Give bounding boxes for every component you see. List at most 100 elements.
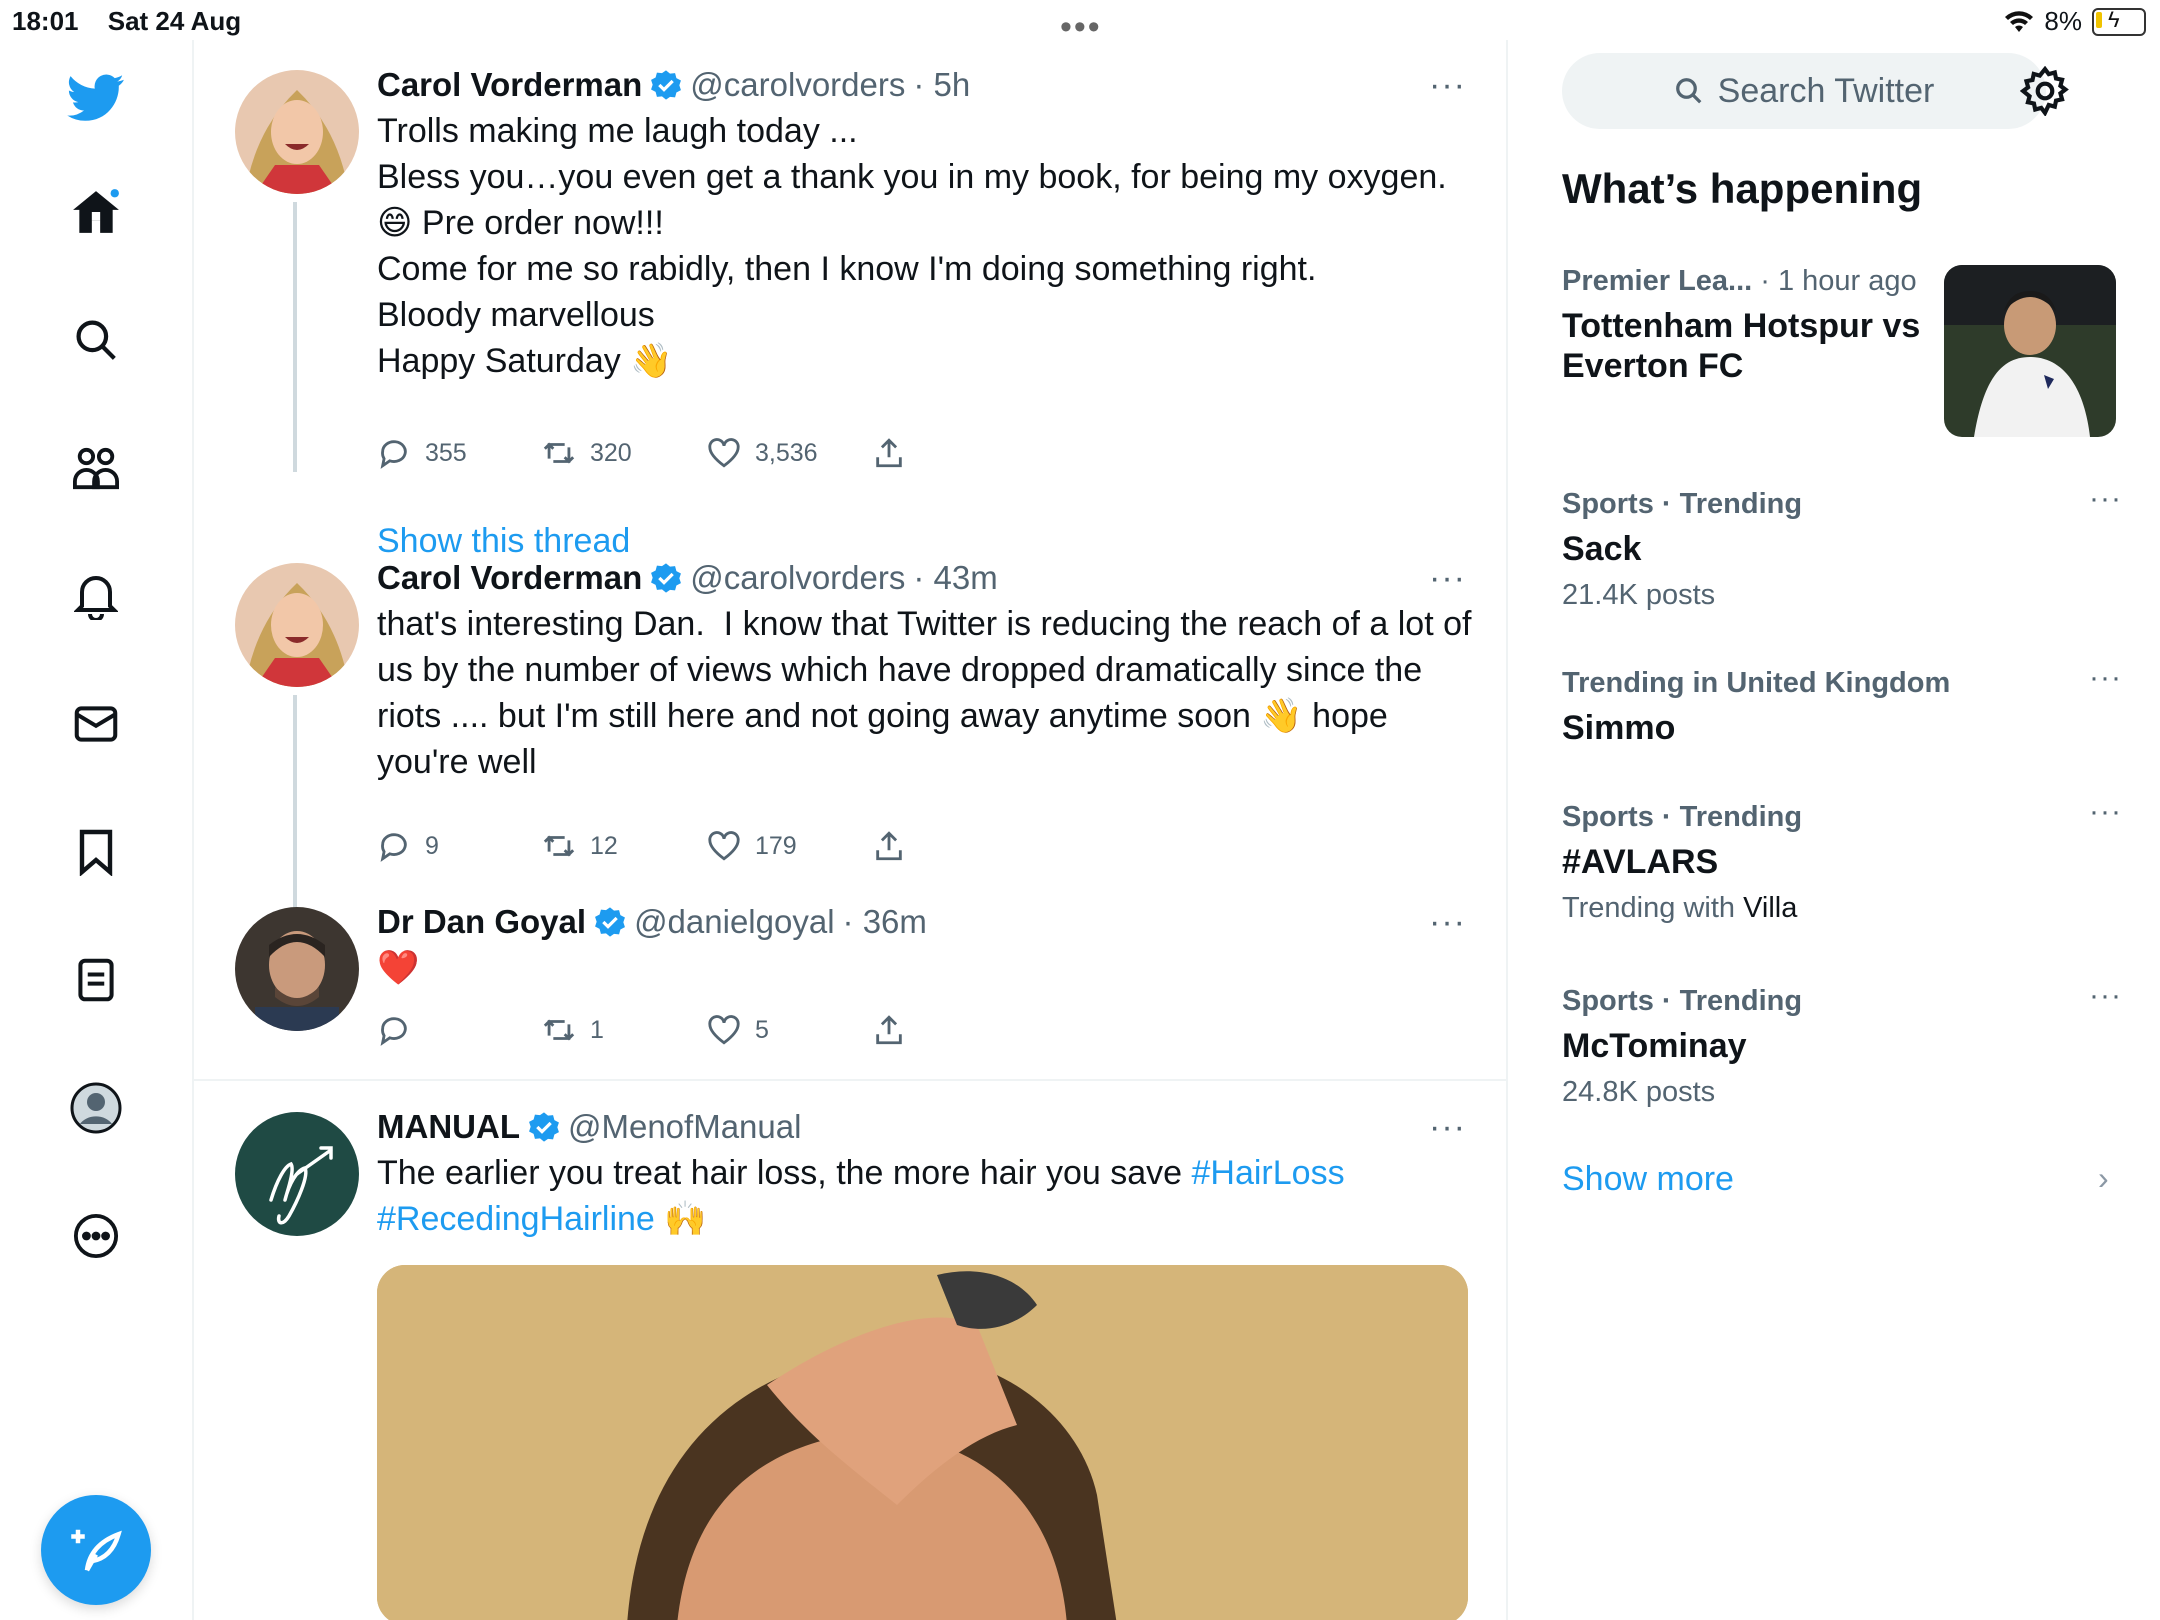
heart-icon xyxy=(708,1015,740,1045)
trend-name: Tottenham Hotspur vs Everton FC xyxy=(1562,307,1921,385)
share-button[interactable] xyxy=(872,829,1037,863)
trend-meta: Premier Lea... · 1 hour ago xyxy=(1562,265,1942,298)
tweet-emoji: 🙌 xyxy=(654,1200,707,1238)
share-icon xyxy=(876,1015,902,1045)
notifications-bell-icon[interactable] xyxy=(66,566,126,626)
search-twitter-field[interactable]: Search Twitter xyxy=(1562,53,2046,129)
author-handle[interactable]: @danielgoyal xyxy=(634,903,834,941)
thread-line xyxy=(293,202,297,472)
hashtag-link[interactable]: #HairLoss xyxy=(1192,1154,1345,1192)
tweet-more-icon[interactable]: ··· xyxy=(1429,66,1466,105)
trend-item[interactable]: Trending in United Kingdom Simmo ··· xyxy=(1562,661,2122,748)
avatar[interactable] xyxy=(235,1112,359,1236)
trend-more-icon[interactable]: ··· xyxy=(2089,979,2122,1013)
tweet-text-plain: The earlier you treat hair loss, the mor… xyxy=(377,1154,1192,1192)
like-button[interactable]: 179 xyxy=(707,829,872,863)
like-button[interactable]: 5 xyxy=(707,1013,872,1047)
twitter-logo-icon[interactable] xyxy=(66,68,126,128)
retweet-count: 12 xyxy=(590,831,618,860)
trend-more-icon[interactable]: ··· xyxy=(2089,795,2122,829)
status-time: 18:01 xyxy=(12,6,79,36)
author-handle[interactable]: @carolvorders xyxy=(690,559,905,597)
tweet-more-icon[interactable]: ··· xyxy=(1429,559,1466,598)
retweet-button[interactable]: 1 xyxy=(542,1013,707,1047)
avatar[interactable] xyxy=(235,70,359,194)
tweet-more-icon[interactable]: ··· xyxy=(1429,1108,1466,1147)
battery-percent: 8% xyxy=(2044,6,2082,36)
author-name[interactable]: MANUAL xyxy=(377,1108,520,1146)
like-count: 3,536 xyxy=(755,438,818,467)
thread-line xyxy=(293,695,297,911)
reply-button[interactable]: 9 xyxy=(377,829,542,863)
trend-post-count: 24.8K posts xyxy=(1562,1076,1716,1108)
retweet-button[interactable]: 320 xyxy=(542,436,707,470)
avatar[interactable] xyxy=(235,563,359,687)
share-button[interactable] xyxy=(872,1013,1037,1047)
share-button[interactable] xyxy=(872,436,1037,470)
lists-icon[interactable] xyxy=(66,950,126,1010)
search-icon xyxy=(1675,78,1702,104)
tweet-text: Trolls making me laugh today ... Bless y… xyxy=(377,112,1447,380)
communities-icon[interactable] xyxy=(66,438,126,498)
trend-name: McTominay xyxy=(1562,1027,1747,1065)
status-left: 18:01 Sat 24 Aug xyxy=(12,6,241,37)
tweet-header: Carol Vorderman @carolvorders · 5h xyxy=(377,66,1477,104)
heart-icon xyxy=(708,831,740,861)
avatar[interactable] xyxy=(235,907,359,1031)
trend-post-count: 21.4K posts xyxy=(1562,579,1716,611)
status-bar: 18:01 Sat 24 Aug ••• 8% ϟ xyxy=(0,0,2160,46)
whats-happening-title: What’s happening xyxy=(1562,165,1923,212)
home-icon[interactable] xyxy=(66,182,126,242)
trend-category: Trending in United Kingdom xyxy=(1562,667,1951,699)
trend-time: · 1 hour ago xyxy=(1752,265,1917,297)
search-icon[interactable] xyxy=(66,310,126,370)
tweet-text: The earlier you treat hair loss, the mor… xyxy=(377,1150,1477,1242)
author-name[interactable]: Carol Vorderman xyxy=(377,66,642,104)
trend-name: Sack xyxy=(1562,530,1642,568)
reply-button[interactable] xyxy=(377,1013,542,1047)
trend-item[interactable]: Sports · Trending Sack 21.4K posts ··· xyxy=(1562,482,2122,612)
profile-avatar-icon[interactable] xyxy=(66,1078,126,1138)
show-more-link[interactable]: Show more xyxy=(1562,1160,1734,1199)
messages-envelope-icon[interactable] xyxy=(66,694,126,754)
tweet-actions: 1 5 xyxy=(377,1013,1037,1047)
more-options-icon[interactable] xyxy=(66,1206,126,1266)
trend-more-icon[interactable]: ··· xyxy=(2089,661,2122,695)
tweet-body: MANUAL @MenofManual The earlier you trea… xyxy=(377,1108,1477,1242)
reply-icon xyxy=(380,833,407,862)
retweet-button[interactable]: 12 xyxy=(542,829,707,863)
reply-count: 355 xyxy=(425,438,467,467)
settings-gear-icon[interactable] xyxy=(2020,66,2070,116)
tweet-divider xyxy=(193,1079,1506,1081)
author-name[interactable]: Dr Dan Goyal xyxy=(377,903,586,941)
trend-thumbnail[interactable] xyxy=(1944,265,2116,437)
hashtag-link[interactable]: #RecedingHairline xyxy=(377,1200,655,1238)
chevron-right-icon[interactable]: › xyxy=(2098,1160,2109,1197)
bookmarks-icon[interactable] xyxy=(66,822,126,882)
trend-item[interactable]: Premier Lea... · 1 hour ago Tottenham Ho… xyxy=(1562,265,1942,386)
tweet-header: Carol Vorderman @carolvorders · 43m xyxy=(377,559,1477,597)
compose-feather-icon xyxy=(71,1529,122,1572)
author-handle[interactable]: @carolvorders xyxy=(690,66,905,104)
show-thread-link[interactable]: Show this thread xyxy=(377,522,630,561)
retweet-icon xyxy=(543,442,575,464)
heart-icon xyxy=(708,438,740,468)
trend-item[interactable]: Sports · Trending #AVLARS Trending with … xyxy=(1562,795,2122,925)
tweet-media-image[interactable] xyxy=(377,1265,1468,1620)
tweet-body: Dr Dan Goyal @danielgoyal · 36m ❤️ xyxy=(377,903,1477,991)
retweet-icon xyxy=(543,835,575,857)
author-name[interactable]: Carol Vorderman xyxy=(377,559,642,597)
tweet-text: ❤️ xyxy=(377,949,420,987)
compose-tweet-button[interactable] xyxy=(41,1495,151,1605)
reply-button[interactable]: 355 xyxy=(377,436,542,470)
trend-context-prefix: Trending with xyxy=(1562,892,1744,924)
tweet-body: Carol Vorderman @carolvorders · 5h Troll… xyxy=(377,66,1477,384)
reply-count: 9 xyxy=(425,831,439,860)
trend-item[interactable]: Sports · Trending McTominay 24.8K posts … xyxy=(1562,979,2122,1109)
tweet-more-icon[interactable]: ··· xyxy=(1429,903,1466,942)
verified-badge-icon xyxy=(651,70,682,100)
like-button[interactable]: 3,536 xyxy=(707,436,872,470)
author-handle[interactable]: @MenofManual xyxy=(568,1108,801,1146)
tweet-actions: 9 12 179 xyxy=(377,829,1037,863)
trend-more-icon[interactable]: ··· xyxy=(2089,482,2122,516)
